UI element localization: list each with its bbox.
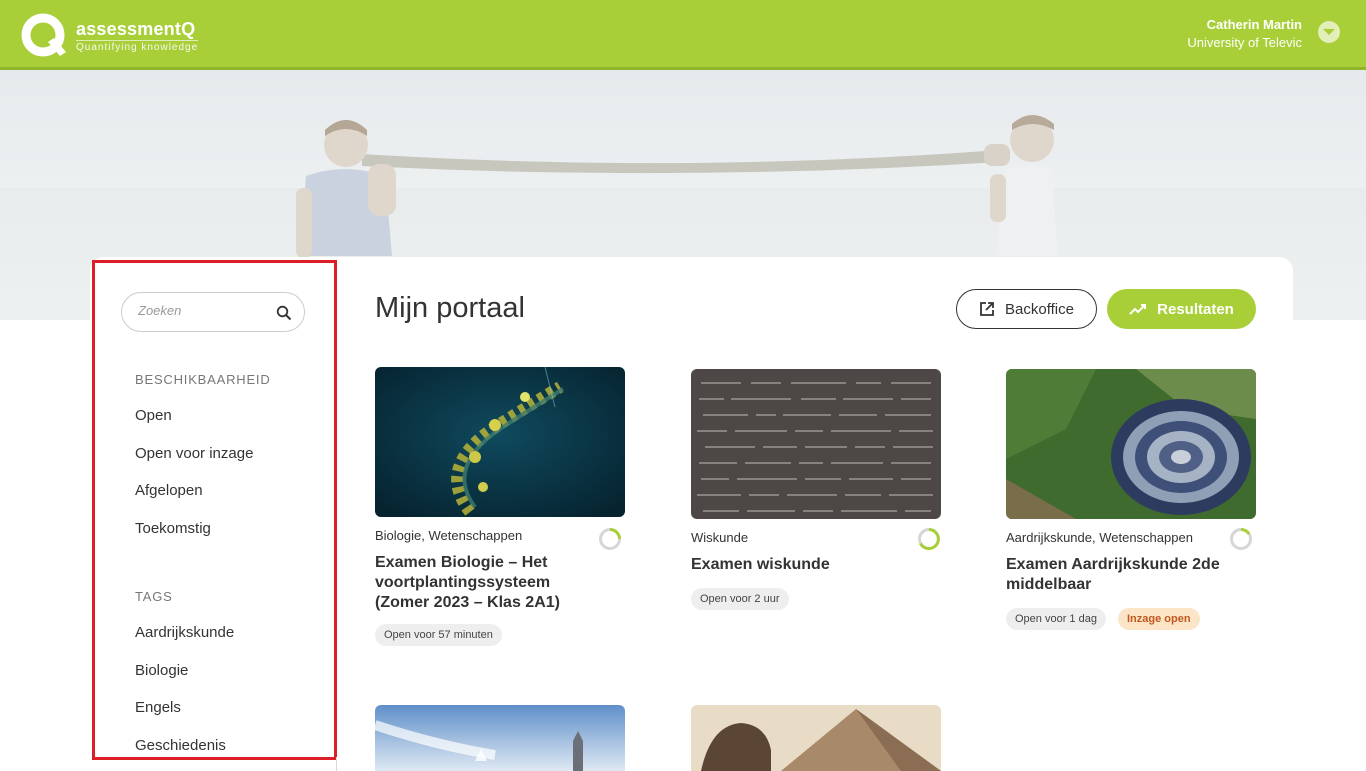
exam-title-line: Examen Biologie – Het (375, 554, 548, 571)
search-icon[interactable] (276, 305, 292, 321)
availability-badge: Open voor 2 uur (691, 588, 789, 610)
progress-ring-icon (918, 528, 940, 550)
tags-section-title: TAGS (135, 589, 173, 604)
exam-card-egypt[interactable] (691, 705, 941, 771)
exam-title-line: (Zomer 2023 – Klas 2A1) (375, 594, 560, 611)
exam-card-wiskunde[interactable] (691, 369, 941, 519)
exam-thumbnail-aardrijkskunde[interactable] (1006, 369, 1256, 519)
tag-geschiedenis[interactable]: Geschiedenis (135, 737, 226, 754)
progress-ring-icon (599, 528, 621, 550)
top-bar: assessmentQ Quantifying knowledge Cather… (0, 0, 1366, 70)
brand-name: assessmentQ (76, 19, 196, 39)
exam-title-biologie[interactable]: Examen Biologie – Het voortplantingssyst… (375, 553, 560, 613)
exam-thumbnail-egypt[interactable] (691, 705, 941, 771)
filter-open[interactable]: Open (135, 407, 172, 424)
filter-sidebar: BESCHIKBAARHEID Open Open voor inzage Af… (92, 260, 337, 760)
exam-title-line: Examen wiskunde (691, 556, 830, 573)
exam-categories: Wiskunde (691, 530, 749, 545)
filter-toekomstig[interactable]: Toekomstig (135, 520, 211, 537)
inzage-open-badge: Inzage open (1118, 608, 1200, 630)
external-link-icon (980, 302, 994, 316)
brand-tagline: Quantifying knowledge (76, 40, 199, 53)
tag-engels[interactable]: Engels (135, 699, 181, 716)
results-label: Resultaten (1157, 300, 1234, 318)
filter-open-voor-inzage[interactable]: Open voor inzage (135, 445, 253, 462)
exam-card-city[interactable] (375, 705, 625, 771)
availability-badge: Open voor 57 minuten (375, 624, 502, 646)
exam-categories: Biologie, Wetenschappen (375, 528, 523, 543)
logo-q-icon (20, 12, 68, 60)
exam-card-aardrijkskunde[interactable] (1006, 369, 1256, 519)
exam-title-wiskunde[interactable]: Examen wiskunde (691, 555, 830, 575)
tag-biologie[interactable]: Biologie (135, 662, 188, 679)
user-info[interactable]: Catherin Martin University of Televic (1187, 16, 1302, 52)
backoffice-button[interactable]: Backoffice (956, 289, 1097, 329)
exam-thumbnail-city[interactable] (375, 705, 625, 771)
tag-aardrijkskunde[interactable]: Aardrijkskunde (135, 624, 234, 641)
exam-thumbnail-wiskunde[interactable] (691, 369, 941, 519)
availability-section-title: BESCHIKBAARHEID (135, 372, 271, 387)
trend-chart-icon (1129, 304, 1147, 315)
user-organization: University of Televic (1187, 35, 1302, 50)
availability-badge: Open voor 1 dag (1006, 608, 1106, 630)
exam-title-line: voortplantingssysteem (375, 574, 551, 591)
exam-card-biologie[interactable] (375, 367, 625, 517)
exam-thumbnail-biologie[interactable] (375, 367, 625, 517)
sidebar-divider (336, 757, 337, 771)
results-button[interactable]: Resultaten (1107, 289, 1256, 329)
search-input[interactable] (138, 303, 268, 318)
user-name: Catherin Martin (1206, 17, 1302, 32)
filter-afgelopen[interactable]: Afgelopen (135, 482, 203, 499)
logo[interactable]: assessmentQ Quantifying knowledge (20, 12, 199, 60)
page-title: Mijn portaal (375, 292, 525, 324)
exam-title-line: Examen Aardrijkskunde 2de (1006, 556, 1220, 573)
exam-categories: Aardrijkskunde, Wetenschappen (1006, 530, 1193, 545)
progress-ring-icon (1230, 528, 1252, 550)
exam-title-line: middelbaar (1006, 576, 1092, 593)
backoffice-label: Backoffice (1005, 300, 1074, 318)
search-box (121, 292, 305, 332)
exam-title-aardrijkskunde[interactable]: Examen Aardrijkskunde 2de middelbaar (1006, 555, 1220, 595)
user-menu-chevron-down-icon[interactable] (1318, 21, 1340, 43)
